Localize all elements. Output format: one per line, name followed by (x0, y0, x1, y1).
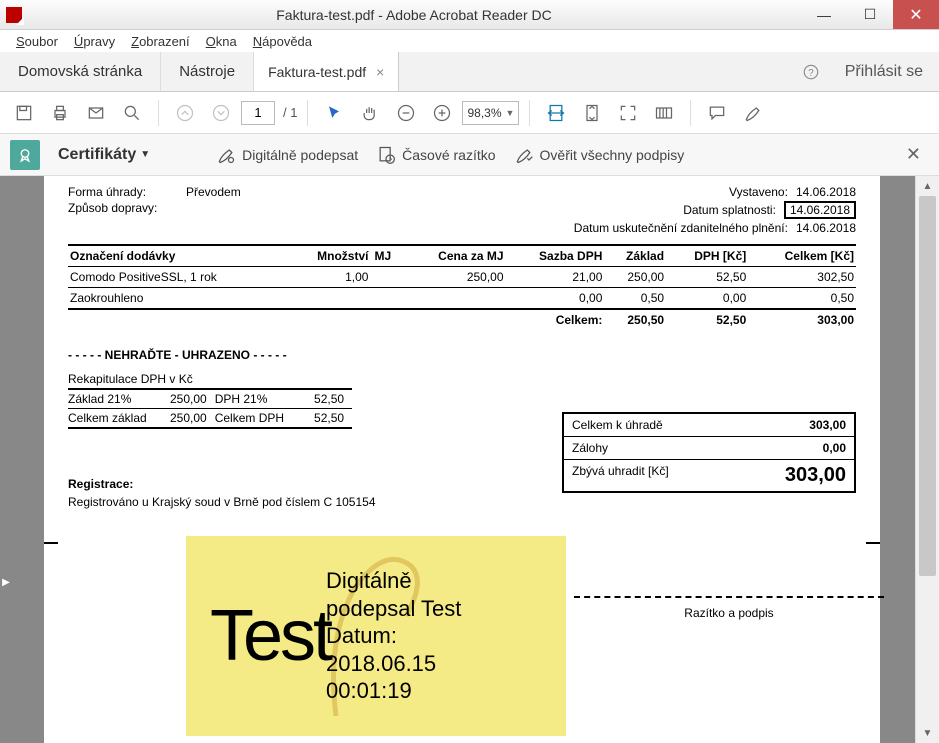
menu-file[interactable]: Soubor (8, 32, 66, 51)
certificates-toolbar: Certifikáty▼ Digitálně podepsat Časové r… (0, 134, 939, 176)
verify-signatures-button[interactable]: Ověřit všechny podpisy (514, 145, 685, 165)
stamp-line (574, 596, 884, 598)
certificates-dropdown[interactable]: Certifikáty▼ (58, 146, 150, 164)
pdf-page: Forma úhrady: Převodem Způsob dopravy: Vy… (44, 176, 880, 743)
fit-width-icon[interactable] (540, 97, 572, 129)
fullscreen-icon[interactable] (612, 97, 644, 129)
menu-view[interactable]: Zobrazení (123, 32, 198, 51)
email-icon[interactable] (80, 97, 112, 129)
signature-name: Test (210, 595, 330, 677)
col-vatrate: Sazba DPH (506, 245, 605, 267)
scroll-thumb[interactable] (919, 196, 936, 576)
timestamp-button[interactable]: Časové razítko (376, 145, 495, 165)
transport-label: Způsob dopravy: (68, 201, 168, 215)
help-button[interactable]: ? (793, 52, 829, 91)
fit-page-icon[interactable] (576, 97, 608, 129)
stamp-label: Razítko a podpis (574, 606, 884, 620)
app-icon (6, 7, 22, 23)
search-icon[interactable] (116, 97, 148, 129)
page-up-icon[interactable] (169, 97, 201, 129)
issued-value: 14.06.2018 (796, 185, 856, 199)
tab-document[interactable]: Faktura-test.pdf × (254, 52, 399, 91)
digital-signature-box[interactable]: Test Digitálně podepsal Test Datum: 2018… (186, 536, 566, 736)
table-row: Zaokrouhleno 0,00 0,50 0,00 0,50 (68, 288, 856, 310)
document-viewport: ▶ Forma úhrady: Převodem Způsob dopravy: … (0, 176, 915, 743)
menu-edit[interactable]: Úpravy (66, 32, 123, 51)
fold-mark-right (866, 542, 880, 544)
tax-date-label: Datum uskutečnění zdanitelného plnění: (574, 221, 788, 235)
svg-text:?: ? (808, 67, 814, 78)
vat-recap-table: Základ 21% 250,00 DPH 21% 52,50 Celkem z… (68, 388, 352, 429)
tab-close-icon[interactable]: × (376, 64, 384, 80)
issued-label: Vystaveno: (729, 185, 788, 199)
page-number-input[interactable] (241, 101, 275, 125)
tab-tools[interactable]: Nástroje (161, 52, 254, 91)
totals-row: Celkem: 250,50 52,50 303,00 (68, 309, 856, 330)
vat-recap-title: Rekapitulace DPH v Kč (68, 372, 856, 386)
paid-note: - - - - - NEHRAĎTE - UHRAZENO - - - - - (68, 348, 856, 362)
minimize-button[interactable]: — (801, 0, 847, 29)
print-icon[interactable] (44, 97, 76, 129)
save-icon[interactable] (8, 97, 40, 129)
page-down-icon[interactable] (205, 97, 237, 129)
close-button[interactable]: ✕ (893, 0, 939, 29)
page-total: / 1 (283, 105, 297, 120)
col-vat: DPH [Kč] (666, 245, 748, 267)
menu-bar: Soubor Úpravy Zobrazení Okna Nápověda (0, 30, 939, 52)
due-label: Datum splatnosti: (683, 203, 776, 217)
chevron-down-icon: ▼ (140, 149, 150, 160)
col-unitprice: Cena za MJ (404, 245, 506, 267)
sign-pen-icon[interactable] (737, 97, 769, 129)
digital-sign-button[interactable]: Digitálně podepsat (216, 145, 358, 165)
summary-box: Celkem k úhradě303,00 Zálohy0,00 Zbývá u… (562, 412, 856, 493)
col-base: Základ (604, 245, 666, 267)
zoom-level-select[interactable]: 98,3% ▼ (462, 101, 519, 125)
signature-details: Digitálně podepsal Test Datum: 2018.06.1… (326, 567, 461, 705)
tab-home[interactable]: Domovská stránka (0, 52, 161, 91)
comment-icon[interactable] (701, 97, 733, 129)
col-unit: MJ (370, 245, 403, 267)
col-qty: Množství (289, 245, 370, 267)
title-bar: Faktura-test.pdf - Adobe Acrobat Reader … (0, 0, 939, 30)
zoom-value: 98,3% (467, 106, 501, 120)
payment-form-value: Převodem (186, 185, 241, 199)
col-desc: Označení dodávky (68, 245, 289, 267)
fold-mark-left (44, 542, 58, 544)
menu-help[interactable]: Nápověda (245, 32, 320, 51)
vertical-scrollbar[interactable]: ▲ ▼ (915, 176, 939, 743)
tab-document-label: Faktura-test.pdf (268, 64, 366, 80)
due-value: 14.06.2018 (784, 201, 856, 219)
registration-text: Registrováno u Krajský soud v Brně pod č… (68, 495, 856, 509)
select-tool-icon[interactable] (318, 97, 350, 129)
read-mode-icon[interactable] (648, 97, 680, 129)
maximize-button[interactable]: ☐ (847, 0, 893, 29)
zoom-out-icon[interactable] (390, 97, 422, 129)
hand-tool-icon[interactable] (354, 97, 386, 129)
tabs-row: Domovská stránka Nástroje Faktura-test.p… (0, 52, 939, 92)
items-table: Označení dodávky Množství MJ Cena za MJ … (68, 244, 856, 330)
tax-date-value: 14.06.2018 (796, 221, 856, 235)
signin-link[interactable]: Přihlásit se (829, 52, 939, 91)
col-total: Celkem [Kč] (748, 245, 856, 267)
main-toolbar: / 1 98,3% ▼ (0, 92, 939, 134)
sidebar-expand-handle[interactable]: ▶ (0, 572, 12, 592)
zoom-in-icon[interactable] (426, 97, 458, 129)
scroll-down-icon[interactable]: ▼ (916, 723, 939, 743)
payment-form-label: Forma úhrady: (68, 185, 168, 199)
table-row: Comodo PositiveSSL, 1 rok 1,00 250,00 21… (68, 267, 856, 288)
chevron-down-icon: ▼ (506, 108, 515, 118)
certificate-badge-icon (10, 140, 40, 170)
menu-window[interactable]: Okna (198, 32, 245, 51)
scroll-up-icon[interactable]: ▲ (916, 176, 939, 196)
close-toolbar-icon[interactable]: ✕ (898, 140, 929, 169)
window-title: Faktura-test.pdf - Adobe Acrobat Reader … (27, 7, 801, 23)
